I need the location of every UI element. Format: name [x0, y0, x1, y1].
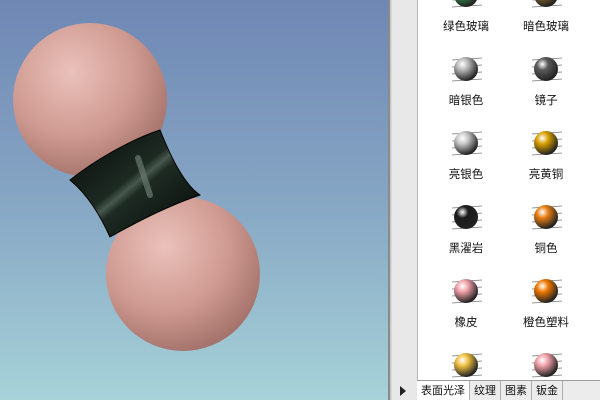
bright-brass-ball-icon [531, 131, 563, 156]
material-label: 暗色玻璃 [523, 19, 569, 33]
material-swatch[interactable]: 亮黄铜 [506, 126, 586, 190]
material-label: 铜色 [534, 241, 558, 255]
material-swatch[interactable]: 橙色塑料 [506, 274, 586, 338]
material-swatch[interactable]: 暗银色 [426, 52, 506, 116]
orange-plastic-ball-icon [531, 279, 563, 304]
material-label: 黑濯岩 [448, 241, 484, 255]
material-swatch[interactable] [426, 348, 506, 380]
tab-1[interactable]: 纹理 [470, 381, 501, 400]
pink-ball-icon [531, 353, 563, 378]
rubber-ball-icon [451, 279, 483, 304]
library-tabs: 表面光泽 纹理 图素 钣金 [417, 380, 600, 400]
material-swatch[interactable]: 镜子 [506, 52, 586, 116]
material-label: 绿色玻璃 [443, 19, 489, 33]
material-swatch[interactable]: 铜色 [506, 200, 586, 264]
mirror-ball-icon [531, 57, 563, 82]
material-swatch[interactable]: 暗色玻璃 [506, 0, 586, 42]
dark-silver-ball-icon [451, 57, 483, 82]
material-swatch[interactable]: 黑濯岩 [426, 200, 506, 264]
3d-viewport[interactable] [0, 0, 388, 400]
black-rock-ball-icon [451, 205, 483, 230]
green-glass-ball-icon [451, 0, 483, 8]
material-swatch[interactable] [506, 348, 586, 380]
material-swatch[interactable]: 橡皮 [426, 274, 506, 338]
tab-0[interactable]: 表面光泽 [417, 381, 470, 400]
dark-glass-ball-icon [531, 0, 563, 8]
material-label: 亮黄铜 [528, 167, 564, 181]
scroll-right-arrow-icon[interactable] [400, 386, 406, 396]
panel-scrollbar[interactable] [391, 0, 417, 400]
material-label: 镜子 [534, 93, 558, 107]
tab-3[interactable]: 钣金 [532, 381, 563, 400]
tab-2[interactable]: 图素 [501, 381, 532, 400]
model-render [13, 23, 260, 351]
material-label: 橙色塑料 [523, 315, 569, 329]
yellow-ball-icon [451, 353, 483, 378]
copper-ball-icon [531, 205, 563, 230]
bright-silver-ball-icon [451, 131, 483, 156]
material-label: 亮银色 [448, 167, 484, 181]
material-swatch[interactable]: 亮银色 [426, 126, 506, 190]
material-label: 橡皮 [454, 315, 478, 329]
material-swatch[interactable]: 绿色玻璃 [426, 0, 506, 42]
material-library-panel: 绿色玻璃 暗色玻璃暗银色 镜子亮银色 亮黄铜黑濯岩 铜色橡皮 橙色塑料 [417, 0, 600, 380]
material-label: 暗银色 [448, 93, 484, 107]
